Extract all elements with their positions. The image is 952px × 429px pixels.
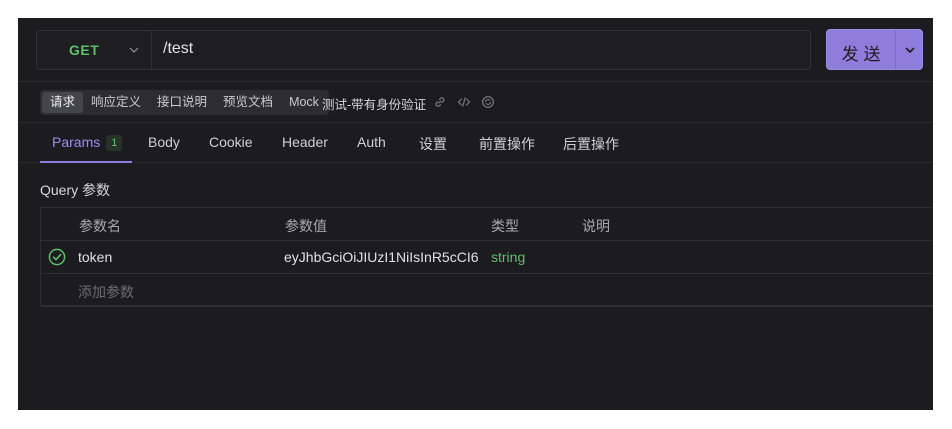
chevron-down-icon [129, 47, 139, 53]
section-switch-row: 请求 响应定义 接口说明 预览文档 Mock 测试-带有身份验证 [18, 83, 933, 123]
query-params-table: 参数名 参数值 类型 说明 token eyJhbGciOiJIUzI1NiIs… [40, 207, 933, 307]
code-icon[interactable] [457, 95, 471, 109]
segment-response-definition[interactable]: 响应定义 [83, 92, 149, 113]
tab-header[interactable]: Header [282, 134, 328, 150]
method-label: GET [69, 42, 100, 58]
tab-auth[interactable]: Auth [357, 134, 386, 150]
column-header-name: 参数名 [79, 218, 121, 234]
link-icon[interactable] [433, 95, 447, 109]
tab-post-operations[interactable]: 后置操作 [563, 134, 619, 154]
segment-request[interactable]: 请求 [42, 92, 84, 113]
segment-api-description[interactable]: 接口说明 [149, 92, 215, 113]
api-request-panel: GET /test 发送 请求 响应定义 接口说明 预览文档 Mock 测试-带… [18, 18, 933, 410]
check-circle-icon[interactable] [48, 248, 66, 266]
request-tabs: Params 1 Body Cookie Header Auth 设置 前置操作 … [18, 124, 933, 163]
table-row: token eyJhbGciOiJIUzI1NiIsInR5cCI6 strin… [41, 241, 933, 274]
send-button[interactable]: 发送 [826, 29, 923, 70]
tab-params[interactable]: Params 1 [52, 134, 123, 151]
tab-body[interactable]: Body [148, 134, 180, 150]
chevron-down-icon[interactable] [904, 44, 916, 56]
url-box: GET /test [36, 30, 811, 70]
segmented-control: 请求 响应定义 接口说明 预览文档 Mock [40, 90, 329, 115]
param-type[interactable]: string [491, 249, 525, 265]
column-header-type: 类型 [491, 218, 519, 234]
segment-mock[interactable]: Mock [281, 92, 327, 113]
column-header-value: 参数值 [285, 218, 327, 234]
method-select[interactable]: GET [37, 31, 152, 69]
query-params-title: Query 参数 [40, 182, 111, 198]
tab-params-label: Params [52, 134, 101, 150]
send-button-label: 发送 [841, 45, 886, 64]
column-header-description: 说明 [582, 218, 610, 234]
param-name[interactable]: token [78, 249, 112, 265]
api-name: 测试-带有身份验证 [322, 98, 427, 112]
table-header-row: 参数名 参数值 类型 说明 [41, 208, 933, 241]
tab-settings[interactable]: 设置 [419, 134, 447, 154]
url-bar-row: GET /test 发送 [18, 18, 933, 82]
params-count-badge: 1 [106, 135, 123, 151]
send-button-divider [895, 30, 896, 69]
url-input[interactable]: /test [163, 40, 193, 58]
param-value[interactable]: eyJhbGciOiJIUzI1NiIsInR5cCI6 [284, 249, 479, 265]
sync-icon[interactable] [481, 95, 495, 109]
add-param-row: 添加参数 [41, 274, 933, 307]
active-tab-indicator [40, 161, 132, 163]
segment-preview-doc[interactable]: 预览文档 [215, 92, 281, 113]
tab-pre-operations[interactable]: 前置操作 [479, 134, 535, 154]
add-param-input[interactable]: 添加参数 [78, 282, 134, 302]
tab-cookie[interactable]: Cookie [209, 134, 253, 150]
